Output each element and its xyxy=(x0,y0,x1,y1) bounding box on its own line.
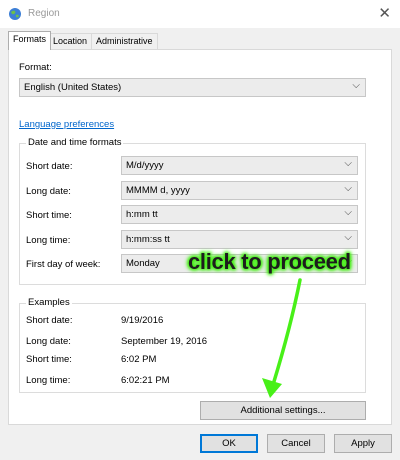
click-to-proceed-annotation: click to proceed xyxy=(188,249,351,274)
annotation-arrow xyxy=(262,278,302,398)
